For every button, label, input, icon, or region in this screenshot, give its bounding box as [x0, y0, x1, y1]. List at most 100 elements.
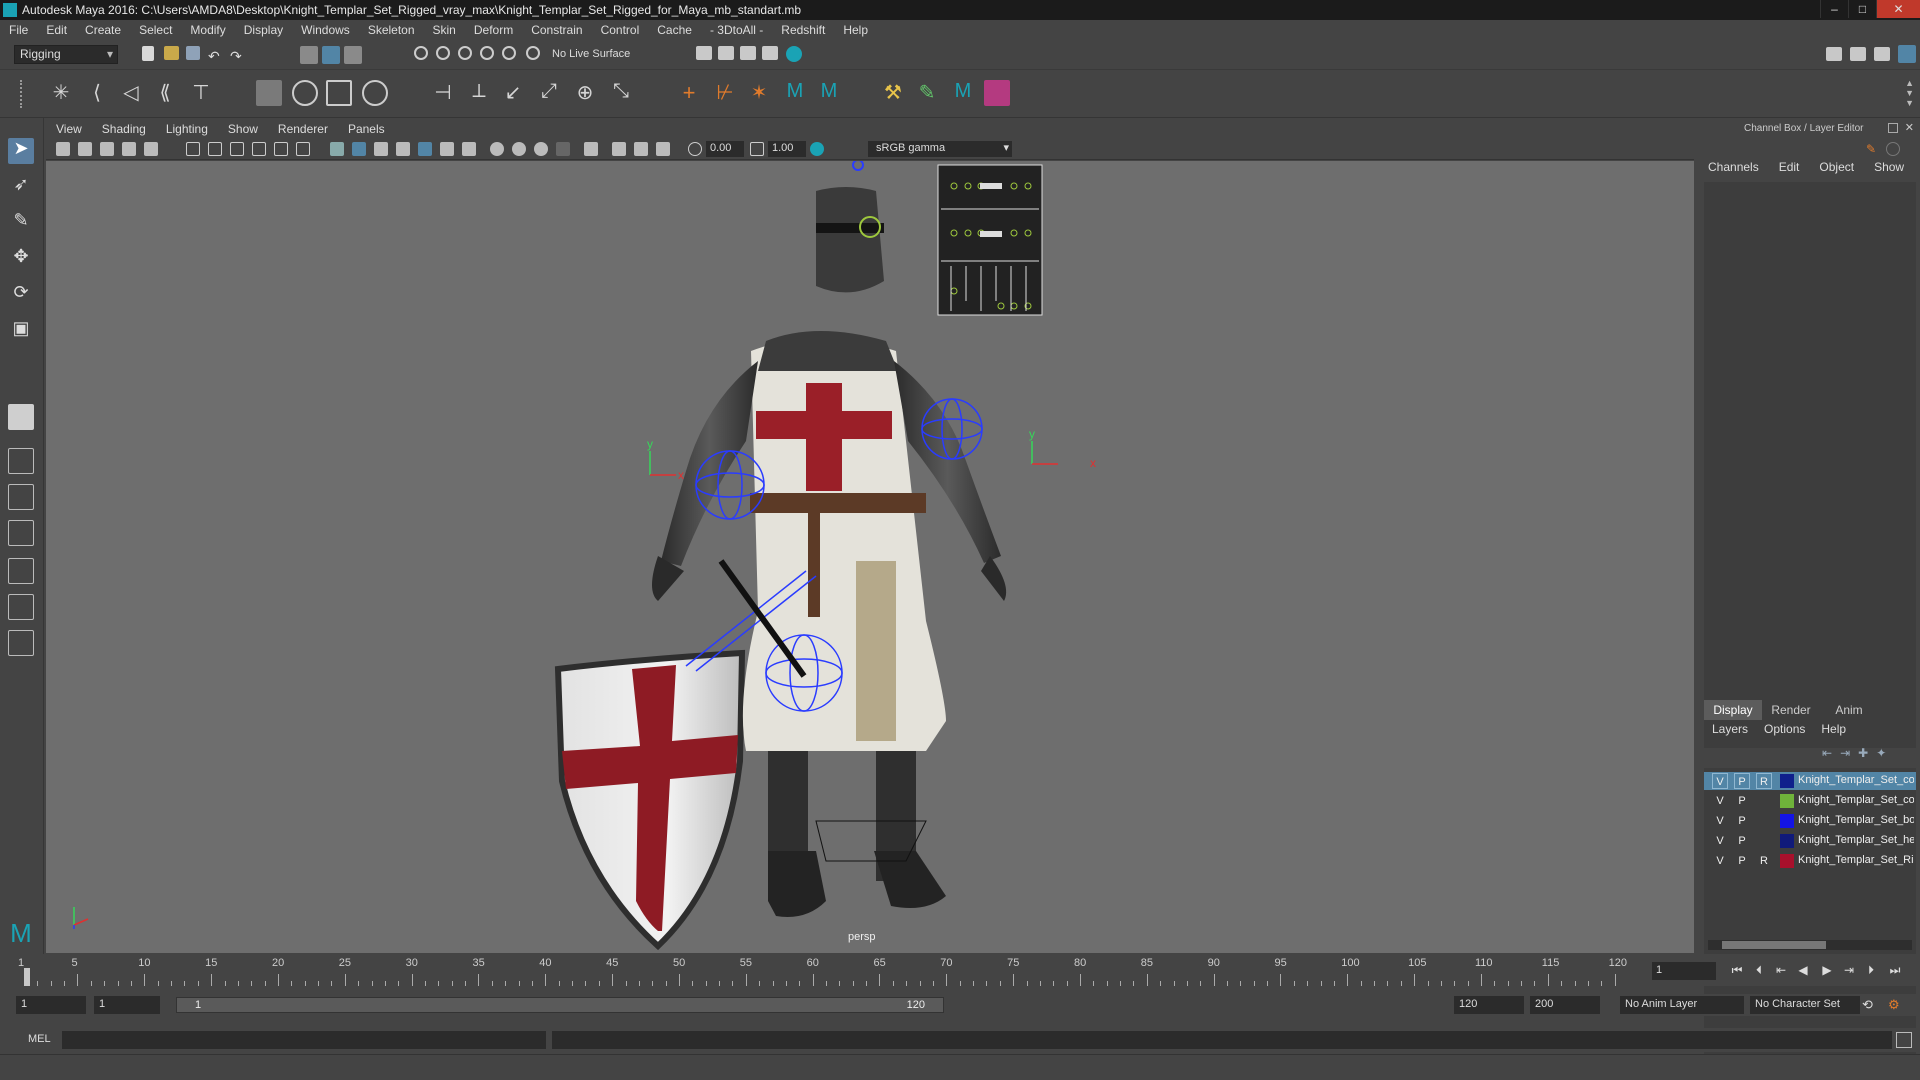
quick-rig-icon[interactable]: ⚒: [880, 80, 906, 106]
render-current-frame-icon[interactable]: [718, 46, 734, 60]
menu-item[interactable]: Deform: [465, 23, 522, 37]
parent-constraint-icon[interactable]: ⤡: [608, 80, 634, 106]
wireframe-on-shaded-icon[interactable]: [396, 142, 410, 156]
current-frame-field[interactable]: 1: [1652, 962, 1716, 980]
key-icon[interactable]: ✎: [1866, 142, 1880, 156]
uv-editor-layout-icon[interactable]: [8, 594, 34, 620]
facial-control-panel[interactable]: [937, 164, 1043, 316]
shelf-scroll-arrows[interactable]: ▲ ▼ ▼: [1905, 78, 1914, 108]
safe-action-icon[interactable]: [296, 142, 310, 156]
paint-weights-icon[interactable]: [292, 80, 318, 106]
step-forward-frame-button[interactable]: ⏵: [1862, 963, 1880, 979]
humanik-icon[interactable]: M: [782, 80, 808, 106]
view-transform-dropdown[interactable]: sRGB gamma ▾: [868, 141, 1012, 157]
hik-icon[interactable]: ✶: [746, 80, 772, 106]
layer-row[interactable]: V P Knight_Templar_Set_co: [1704, 792, 1916, 810]
menu-item[interactable]: Help: [834, 23, 877, 37]
layer-menu-item[interactable]: Layers: [1704, 722, 1756, 740]
modeling-toolkit-icon[interactable]: [1826, 47, 1842, 61]
maximize-button[interactable]: □: [1848, 0, 1876, 18]
channel-box-menu-item[interactable]: Object: [1809, 160, 1864, 180]
live-surface-label[interactable]: No Live Surface: [552, 48, 630, 60]
hypershade-icon[interactable]: [786, 46, 802, 62]
shape-editor-icon[interactable]: [984, 80, 1010, 106]
use-default-material-icon[interactable]: [374, 142, 388, 156]
menu-item[interactable]: Display: [235, 23, 292, 37]
smooth-shade-icon[interactable]: [352, 142, 366, 156]
snap-curve-icon[interactable]: [436, 46, 450, 60]
image-plane-icon[interactable]: [122, 142, 136, 156]
isolate-select-icon[interactable]: [584, 142, 598, 156]
four-view-layout-icon[interactable]: [8, 448, 34, 474]
step-forward-key-button[interactable]: ⇥: [1840, 963, 1858, 979]
viewport-menu-item[interactable]: Panels: [338, 122, 395, 136]
exposure-icon[interactable]: [688, 142, 702, 156]
layer-color-swatch[interactable]: [1780, 774, 1794, 788]
move-layer-down-icon[interactable]: ⇥: [1840, 746, 1850, 760]
layer-playback-toggle[interactable]: P: [1734, 813, 1750, 829]
shadows-icon[interactable]: [462, 142, 476, 156]
viewport-menu-item[interactable]: Shading: [92, 122, 156, 136]
node-editor-layout-icon[interactable]: [8, 630, 34, 656]
motion-blur-icon[interactable]: [512, 142, 526, 156]
attribute-editor-icon[interactable]: [1850, 47, 1866, 61]
hand-locator-right[interactable]: y x: [1029, 427, 1096, 470]
select-tool-icon[interactable]: ➤: [8, 138, 34, 164]
animation-end-field[interactable]: 200: [1530, 996, 1600, 1014]
film-gate-icon[interactable]: [208, 142, 222, 156]
bind-skin-icon[interactable]: [256, 80, 282, 106]
layer-row[interactable]: V P Knight_Templar_Set_bo: [1704, 812, 1916, 830]
layer-list-scrollbar[interactable]: [1708, 940, 1912, 950]
playback-end-field[interactable]: 120: [1454, 996, 1524, 1014]
channel-box-menu-item[interactable]: Show: [1864, 160, 1914, 180]
use-all-lights-icon[interactable]: [440, 142, 454, 156]
step-back-frame-button[interactable]: ⏴: [1750, 963, 1768, 979]
wireframe-icon[interactable]: [330, 142, 344, 156]
menu-item[interactable]: Redshift: [772, 23, 834, 37]
layer-playback-toggle[interactable]: P: [1734, 833, 1750, 849]
range-slider[interactable]: 1 120: [176, 997, 944, 1013]
snap-live-icon[interactable]: [526, 46, 540, 60]
select-camera-icon[interactable]: [56, 142, 70, 156]
resolution-gate-icon[interactable]: [230, 142, 244, 156]
joint-tool-icon[interactable]: ✳: [48, 80, 74, 106]
character-set-dropdown[interactable]: No Character Set: [1750, 996, 1860, 1014]
layer-editor-tab[interactable]: Render: [1762, 700, 1820, 720]
menu-item[interactable]: Modify: [181, 23, 234, 37]
ik-spline-icon[interactable]: ◁: [118, 80, 144, 106]
redo-icon[interactable]: ↷: [230, 48, 248, 66]
point-constraint-icon[interactable]: ⟂: [466, 80, 492, 106]
command-language-label[interactable]: MEL: [28, 1033, 51, 1045]
float-panel-icon[interactable]: [1888, 123, 1898, 133]
manipulator-icon[interactable]: [1886, 142, 1900, 156]
scrollbar-thumb[interactable]: [1722, 941, 1826, 949]
layer-visibility-toggle[interactable]: V: [1712, 813, 1728, 829]
paint-select-icon[interactable]: ✎: [8, 210, 34, 236]
textured-icon[interactable]: [418, 142, 432, 156]
rotate-tool-icon[interactable]: ⟳: [8, 282, 34, 308]
viewport-menu-item[interactable]: Renderer: [268, 122, 338, 136]
layer-color-swatch[interactable]: [1780, 854, 1794, 868]
persp-outliner-layout-icon[interactable]: [8, 484, 34, 510]
time-ruler[interactable]: 1 5 10 15 20 25 30 35 40 45 50 55 60 65 70 75 80 85 90 95 10…: [18, 954, 1646, 986]
layer-color-swatch[interactable]: [1780, 834, 1794, 848]
gamma-field[interactable]: 1.00: [768, 141, 806, 157]
layer-reference-toggle[interactable]: R: [1756, 773, 1772, 789]
menu-item[interactable]: - 3DtoAll -: [701, 23, 772, 37]
menu-item[interactable]: Create: [76, 23, 130, 37]
layer-visibility-toggle[interactable]: V: [1712, 793, 1728, 809]
field-chart-icon[interactable]: [274, 142, 288, 156]
knight-helmet[interactable]: [816, 161, 884, 293]
cluster-icon[interactable]: [362, 80, 388, 106]
channel-box-icon[interactable]: [1898, 45, 1916, 63]
anim-preferences-icon[interactable]: ⚙: [1888, 997, 1904, 1013]
script-editor-icon[interactable]: [1896, 1032, 1912, 1048]
layer-reference-toggle[interactable]: R: [1756, 853, 1772, 869]
select-hierarchy-icon[interactable]: [300, 46, 318, 64]
play-forwards-button[interactable]: ▶: [1818, 963, 1836, 979]
lattice-icon[interactable]: [326, 80, 352, 106]
new-layer-icon[interactable]: ✚: [1858, 746, 1868, 760]
menu-item[interactable]: Skin: [424, 23, 465, 37]
color-management-icon[interactable]: [810, 142, 824, 156]
channel-box-menu-item[interactable]: Channels: [1698, 160, 1769, 180]
